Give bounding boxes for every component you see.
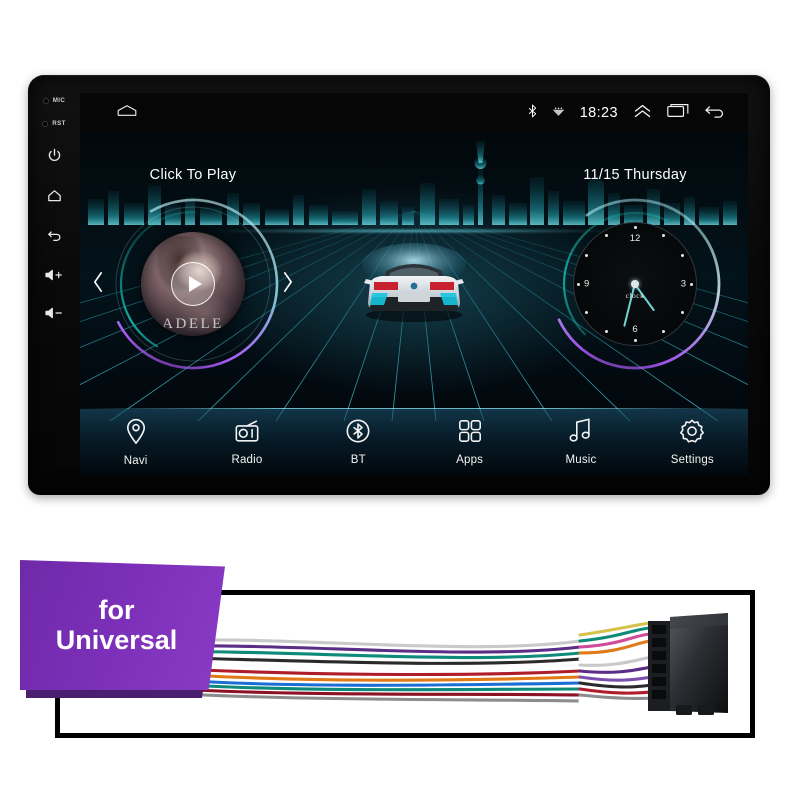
clock-widget[interactable]: 11/15 Thursday 12 3 6 9 clock	[540, 167, 730, 379]
bluetooth-icon	[345, 418, 371, 449]
signal-icon	[552, 104, 565, 122]
clock-marker	[681, 311, 684, 314]
product-listing-image: MIC RST 18:23 Click To Play ADELE 11/15 …	[0, 0, 800, 800]
app-dock: Navi Radio BT Apps Music Settings	[80, 408, 748, 475]
chevron-right-icon[interactable]	[281, 271, 294, 297]
bluetooth-icon	[528, 104, 537, 123]
statusbar-back-icon[interactable]	[704, 103, 726, 123]
connector-block-right	[648, 613, 728, 715]
car-illustration	[362, 243, 466, 322]
clock-marker	[605, 330, 608, 333]
clock-marker	[605, 234, 608, 237]
clock-marker	[662, 234, 665, 237]
clock-marker	[577, 282, 580, 286]
radio-icon	[234, 419, 260, 449]
volume-down-icon[interactable]	[44, 306, 64, 320]
home-icon[interactable]	[46, 188, 63, 204]
dock-label-apps: Apps	[456, 454, 484, 466]
dock-item-music[interactable]: Music	[535, 418, 627, 466]
clock-widget-date: 11/15 Thursday	[583, 167, 687, 183]
dock-label-radio: Radio	[231, 453, 263, 466]
dock-label-navi: Navi	[123, 454, 148, 467]
home-screen[interactable]: Click To Play ADELE 11/15 Thursday 12 3 …	[80, 133, 748, 475]
clock-marker	[633, 226, 637, 229]
badge-line-2: Universal	[55, 625, 178, 655]
statusbar-clock: 18:23	[579, 105, 618, 121]
compatibility-badge: for Universal	[20, 560, 240, 700]
reset-label-group[interactable]: RST	[42, 120, 66, 127]
dock-item-navi[interactable]: Navi	[90, 418, 182, 467]
statusbar-home-icon[interactable]	[116, 103, 138, 123]
clock-brand-label: clock	[625, 291, 645, 301]
reset-label: RST	[52, 120, 66, 127]
clock-marker	[585, 254, 588, 257]
volume-up-icon[interactable]	[44, 268, 64, 282]
clock-numeral-9: 9	[584, 278, 590, 290]
touchscreen[interactable]: 18:23 Click To Play ADELE 11/15 Thursday…	[80, 93, 748, 475]
dock-item-radio[interactable]: Radio	[201, 419, 293, 466]
clock-numeral-3: 3	[680, 278, 686, 290]
dock-label-settings: Settings	[670, 454, 714, 466]
gear-icon	[679, 418, 705, 449]
dock-label-music: Music	[565, 454, 597, 466]
clock-marker	[633, 339, 637, 342]
clock-marker	[681, 254, 684, 257]
mic-label-group: MIC	[42, 97, 66, 104]
dock-label-bt: BT	[350, 454, 366, 466]
clock-marker	[585, 311, 588, 314]
recent-apps-icon[interactable]	[667, 103, 689, 123]
car-head-unit-device: MIC RST 18:23 Click To Play ADELE 11/15 …	[28, 75, 770, 495]
analog-clock-face: 12 3 6 9 clock	[573, 222, 697, 346]
music-widget-title: Click To Play	[149, 167, 237, 183]
reset-hole-icon[interactable]	[42, 120, 49, 127]
mic-label: MIC	[52, 97, 66, 104]
back-icon[interactable]	[46, 228, 63, 244]
play-triangle	[188, 276, 202, 292]
power-icon[interactable]	[46, 147, 63, 164]
location-pin-icon	[124, 418, 148, 450]
status-bar: 18:23	[80, 93, 748, 133]
play-icon[interactable]	[171, 262, 215, 306]
dock-item-apps[interactable]: Apps	[424, 418, 516, 466]
clock-marker	[690, 282, 693, 286]
clock-minute-hand	[623, 283, 636, 327]
clock-marker	[662, 330, 665, 333]
album-artist-name: ADELE	[162, 316, 224, 332]
dock-item-settings[interactable]: Settings	[646, 418, 738, 466]
device-left-bezel: MIC RST	[28, 75, 80, 495]
chevron-left-icon[interactable]	[92, 271, 105, 297]
chevron-up-icon[interactable]	[633, 104, 652, 123]
badge-line-1: for	[98, 594, 135, 625]
clock-numeral-12: 12	[629, 233, 641, 244]
dock-item-bt[interactable]: BT	[312, 418, 404, 466]
music-note-icon	[568, 418, 593, 449]
mic-hole-icon	[42, 97, 49, 104]
clock-center-hub	[631, 280, 639, 288]
apps-grid-icon	[457, 418, 483, 449]
music-widget[interactable]: Click To Play ADELE	[94, 167, 292, 379]
clock-numeral-6: 6	[632, 324, 638, 335]
badge-face: for Universal	[20, 560, 225, 690]
